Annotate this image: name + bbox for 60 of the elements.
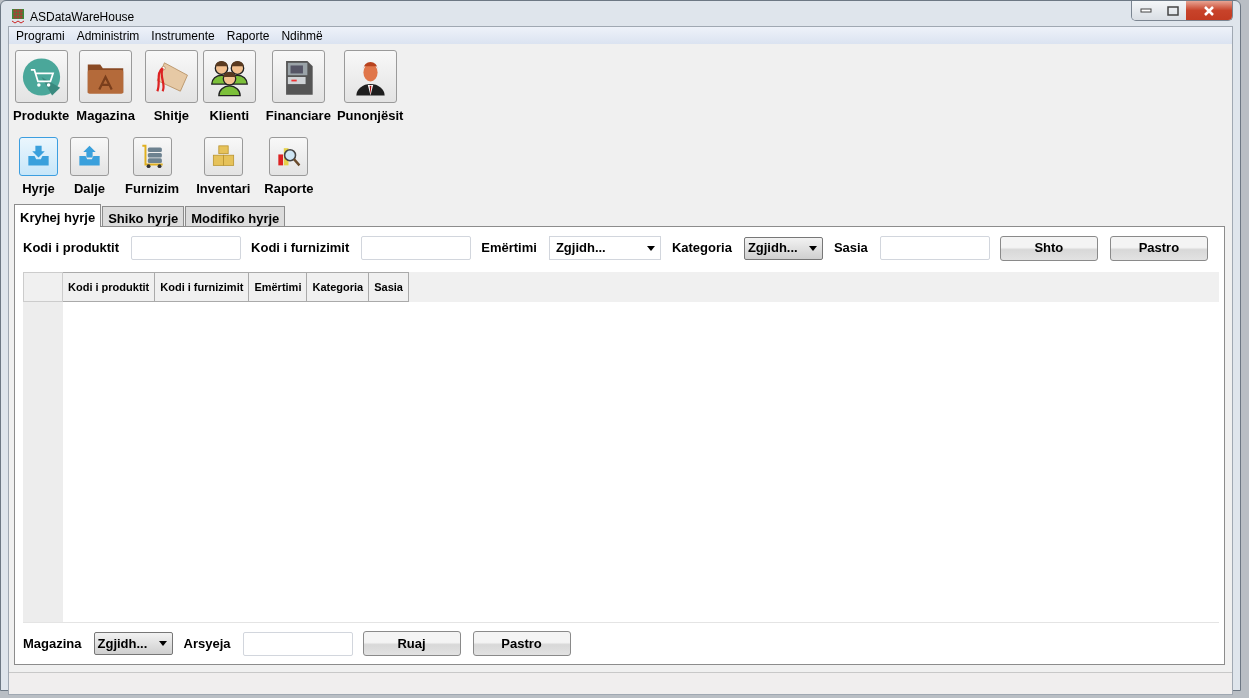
menu-item[interactable]: Instrumente: [146, 26, 222, 45]
menu-item[interactable]: Ndihmë: [276, 26, 330, 45]
dropdown-arrow-icon: [158, 641, 167, 646]
action-label: Inventari: [196, 179, 251, 198]
action-button[interactable]: [269, 136, 309, 176]
action-label: Furnizim: [125, 179, 180, 198]
menu-item[interactable]: Raporte: [221, 26, 277, 45]
column-header[interactable]: Kodi i produktit: [63, 272, 156, 302]
column-header[interactable]: Kodi i furnizimit: [155, 272, 250, 302]
column-header[interactable]: Kategoria: [307, 272, 370, 302]
input-field[interactable]: [361, 236, 472, 260]
close-icon: [1203, 5, 1215, 16]
module-label: Klienti: [209, 107, 250, 125]
dropdown-arrow-icon: [808, 245, 817, 251]
dropdown[interactable]: Zgjidh...: [743, 236, 823, 260]
window-title: ASDataWareHouse: [30, 9, 135, 26]
input-field[interactable]: [131, 236, 242, 260]
action-button[interactable]: [132, 136, 172, 176]
tab[interactable]: Kryhej hyrje: [14, 204, 102, 227]
module-label: Punonjësit: [336, 107, 404, 125]
tab[interactable]: Modifiko hyrje: [185, 206, 286, 226]
module-label: Shitje: [153, 107, 190, 125]
module-button[interactable]: [343, 50, 397, 103]
input-field[interactable]: [242, 631, 353, 656]
input-field[interactable]: [879, 236, 990, 260]
maximize-icon: [1166, 5, 1179, 16]
close-button[interactable]: [1186, 1, 1232, 20]
field-label: Kodi i furnizimit: [251, 239, 350, 258]
tab[interactable]: Shiko hyrje: [102, 206, 185, 226]
field-label: Kategoria: [671, 239, 732, 258]
module-label: Magazina: [76, 107, 135, 125]
field-label: Arsyeja: [183, 634, 231, 653]
header-corner: [23, 272, 63, 302]
module-button[interactable]: [202, 50, 256, 103]
minimize-icon: [1139, 7, 1152, 14]
dropdown-arrow-icon: [646, 245, 655, 251]
push-button[interactable]: Shto: [999, 235, 1098, 261]
minimize-button[interactable]: [1132, 1, 1159, 20]
column-header[interactable]: Sasia: [369, 272, 409, 302]
app-icon: [10, 8, 26, 24]
push-button[interactable]: Pastro: [1109, 235, 1208, 261]
maximize-button[interactable]: [1159, 1, 1186, 20]
field-label: Sasia: [833, 239, 868, 258]
field-label: Magazina: [23, 634, 82, 653]
dropdown[interactable]: Zgjidh...: [548, 236, 661, 260]
action-label: Raporte: [264, 179, 314, 198]
menu-item[interactable]: Programi: [11, 26, 72, 45]
module-button[interactable]: [79, 50, 133, 103]
dropdown[interactable]: Zgjidh...: [93, 632, 173, 655]
push-button[interactable]: Ruaj: [362, 631, 461, 656]
push-button[interactable]: Pastro: [472, 631, 571, 656]
module-label: Financiare: [265, 107, 331, 125]
field-label: Emërtimi: [481, 239, 537, 258]
field-label: Kodi i produktit: [23, 239, 120, 258]
action-label: Hyrje: [22, 179, 55, 198]
module-label: Produkte: [13, 107, 70, 125]
module-button[interactable]: [271, 50, 325, 103]
column-header[interactable]: Emërtimi: [249, 272, 308, 302]
menu-item[interactable]: Administrim: [71, 26, 147, 45]
action-label: Dalje: [73, 179, 106, 198]
